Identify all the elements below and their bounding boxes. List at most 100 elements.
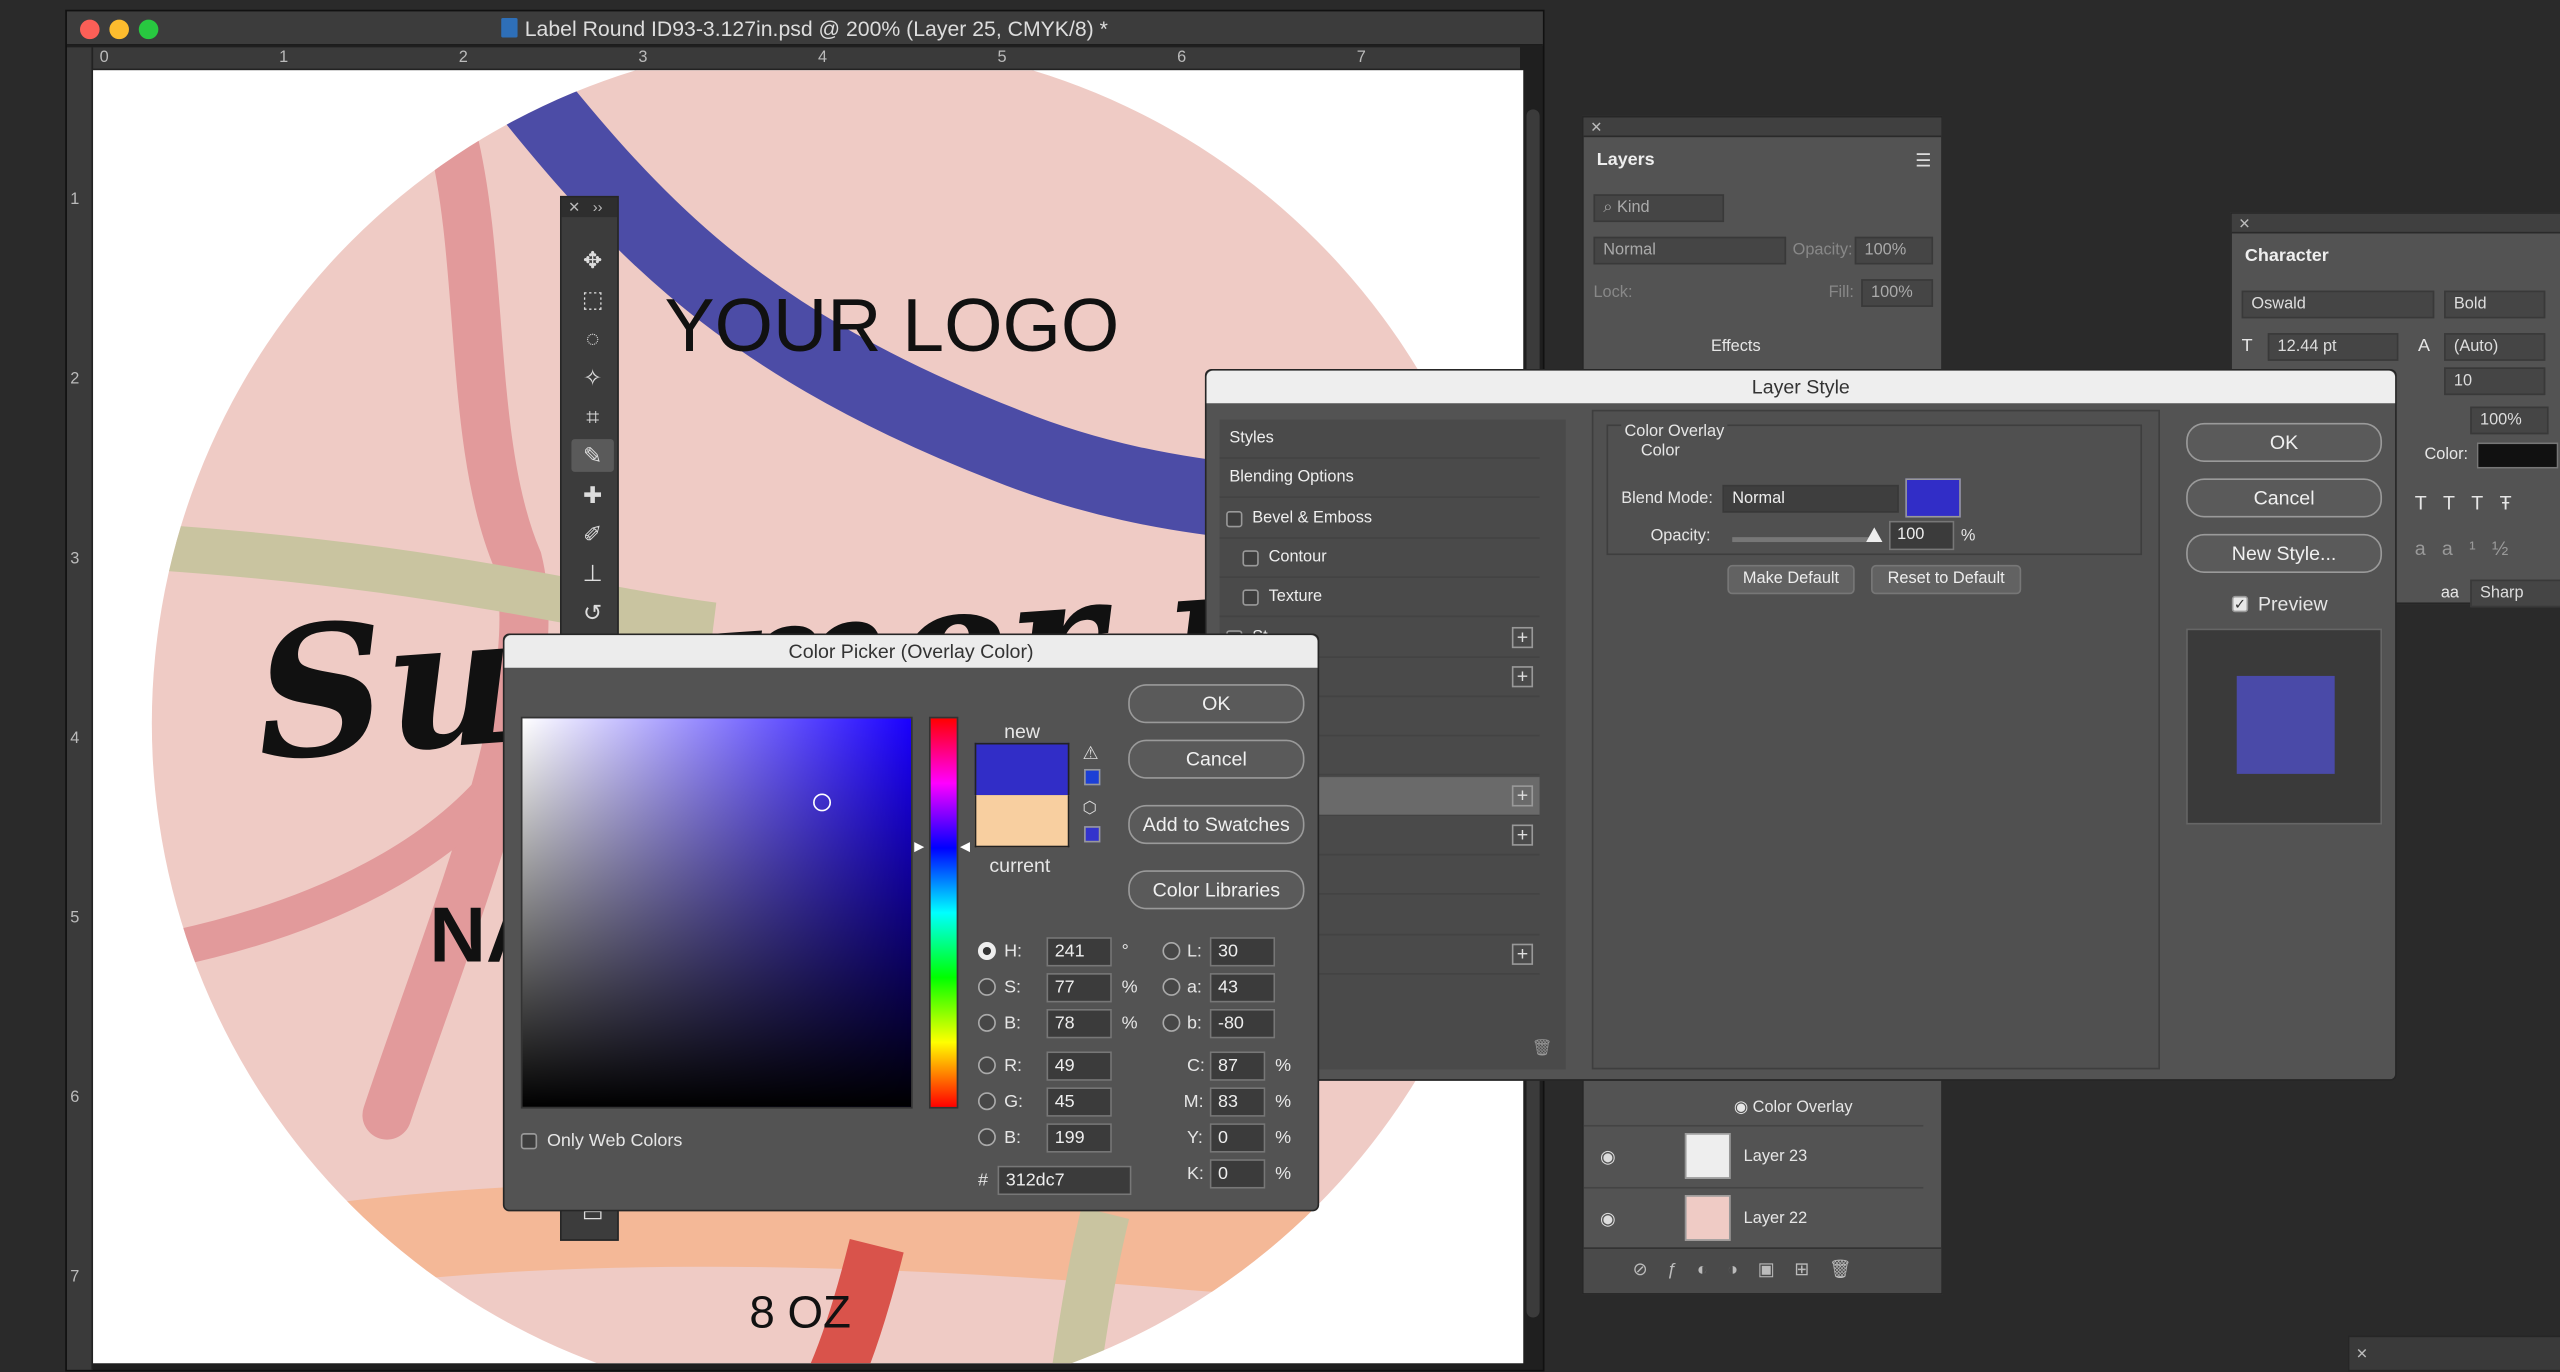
color-picker-cancel-button[interactable]: Cancel: [1128, 739, 1305, 779]
lab-l-field[interactable]: 30: [1209, 937, 1276, 967]
lab-a-field[interactable]: 43: [1209, 973, 1276, 1003]
visibility-eye-icon[interactable]: ◉: [1600, 1208, 1616, 1230]
panel-menu-icon[interactable]: ☰: [1915, 150, 1931, 172]
magic-wand-icon[interactable]: ✧: [571, 361, 613, 394]
brightness-field[interactable]: 78: [1046, 1008, 1112, 1039]
lab-b-radio[interactable]: [1162, 1013, 1181, 1032]
style-checkbox[interactable]: [1226, 510, 1243, 527]
blue-radio[interactable]: [977, 1128, 996, 1147]
kind-filter-select[interactable]: ⌕ Kind: [1593, 194, 1725, 223]
leading-field[interactable]: (Auto): [2444, 333, 2546, 361]
lasso-tool-icon[interactable]: ◌: [571, 322, 613, 355]
green-field[interactable]: 45: [1046, 1087, 1112, 1117]
out-of-gamut-warning-icon[interactable]: ⚠: [1082, 743, 1098, 764]
color-libraries-button[interactable]: Color Libraries: [1128, 870, 1305, 910]
new-style-button[interactable]: New Style...: [2186, 533, 2383, 574]
tracking-field[interactable]: 10: [2444, 367, 2546, 396]
style-list-item[interactable]: Styles: [1219, 420, 1540, 459]
saturation-field[interactable]: 77: [1046, 973, 1112, 1003]
character-panel-header[interactable]: ✕: [2231, 213, 2560, 234]
hue-field[interactable]: 241: [1046, 937, 1112, 967]
marquee-tool-icon[interactable]: ⬚: [571, 282, 613, 315]
brightness-radio[interactable]: [977, 1013, 996, 1032]
black-field[interactable]: 0: [1209, 1159, 1266, 1189]
overlay-color-swatch[interactable]: [1905, 478, 1961, 518]
minimize-window-icon[interactable]: [109, 19, 129, 40]
style-list-item[interactable]: Bevel & Emboss: [1219, 499, 1540, 539]
lab-l-radio[interactable]: [1162, 942, 1181, 960]
typestyle-buttons[interactable]: TTTŦ: [2415, 491, 2528, 514]
style-checkbox[interactable]: [1242, 550, 1259, 567]
lab-a-radio[interactable]: [1162, 977, 1181, 996]
eyedropper-tool-icon[interactable]: ✎: [571, 439, 614, 472]
make-default-button[interactable]: Make Default: [1727, 564, 1855, 595]
font-style-select[interactable]: Bold: [2444, 290, 2546, 319]
add-style-plus-icon[interactable]: +: [1511, 943, 1534, 965]
hue-slider[interactable]: [928, 716, 959, 1109]
color-field[interactable]: [520, 716, 913, 1109]
color-picker-title[interactable]: Color Picker (Overlay Color): [504, 635, 1318, 668]
vertical-scale-field[interactable]: 100%: [2470, 406, 2549, 435]
hue-slider-right-arrow[interactable]: ◀: [960, 839, 970, 854]
collapsed-panel[interactable]: ✕: [2347, 1335, 2560, 1372]
horizontal-ruler[interactable]: 0 1 2 3 4 5 6 7: [93, 47, 1520, 71]
cyan-field[interactable]: 87: [1209, 1051, 1266, 1081]
add-style-plus-icon[interactable]: +: [1511, 824, 1534, 846]
brush-tool-icon[interactable]: ✐: [571, 518, 613, 551]
visibility-eye-icon[interactable]: ◉: [1600, 1146, 1616, 1168]
overlay-opacity-field[interactable]: 100: [1888, 520, 1955, 551]
lab-b-field[interactable]: -80: [1209, 1008, 1276, 1039]
current-color-swatch[interactable]: [974, 795, 1070, 848]
add-to-swatches-button[interactable]: Add to Swatches: [1128, 804, 1305, 845]
opacity-slider-handle[interactable]: [1866, 527, 1883, 543]
magenta-field[interactable]: 83: [1209, 1087, 1266, 1117]
layer-style-title[interactable]: Layer Style: [1206, 370, 2396, 404]
antialias-select[interactable]: Sharp: [2470, 579, 2560, 608]
blue-field[interactable]: 199: [1046, 1123, 1112, 1153]
reset-to-default-button[interactable]: Reset to Default: [1871, 564, 2022, 595]
add-style-plus-icon[interactable]: +: [1511, 626, 1534, 648]
layer-style-ok-button[interactable]: OK: [2186, 422, 2383, 463]
document-titlebar[interactable]: Label Round ID93-3.127in.psd @ 200% (Lay…: [66, 11, 1543, 46]
opacity-slider-track[interactable]: [1732, 537, 1880, 543]
font-size-field[interactable]: 12.44 pt: [2267, 333, 2399, 361]
saturation-radio[interactable]: [977, 977, 996, 996]
trash-icon[interactable]: 🗑: [1532, 1040, 1553, 1058]
style-list-item[interactable]: Texture: [1219, 578, 1540, 618]
vertical-ruler[interactable]: 1 2 3 4 5 6 7: [66, 47, 94, 1370]
hue-slider-left-arrow[interactable]: ▶: [914, 839, 924, 854]
color-picker-ok-button[interactable]: OK: [1128, 684, 1305, 724]
fill-field[interactable]: 100%: [1861, 279, 1934, 307]
hex-field[interactable]: 312dc7: [997, 1165, 1132, 1196]
layer-blend-mode-select[interactable]: Normal: [1593, 236, 1787, 265]
eye-icon[interactable]: ◉: [1734, 1099, 1748, 1117]
style-list-item[interactable]: Contour: [1219, 539, 1540, 578]
history-brush-icon[interactable]: ↺: [571, 596, 613, 629]
effect-color-overlay[interactable]: ◉ Color Overlay: [1734, 1099, 1853, 1117]
layer-row[interactable]: ◉ Layer 22: [1583, 1186, 1924, 1249]
character-tab[interactable]: Character: [2245, 247, 2329, 267]
layer-style-cancel-button[interactable]: Cancel: [2186, 478, 2383, 518]
opentype-buttons[interactable]: aa¹½: [2415, 537, 2525, 560]
crop-tool-icon[interactable]: ⌗: [571, 400, 613, 433]
close-window-icon[interactable]: [80, 19, 100, 40]
gamut-color-swatch[interactable]: [1084, 768, 1101, 786]
green-radio[interactable]: [977, 1092, 996, 1111]
web-safe-swatch[interactable]: [1084, 826, 1101, 843]
layers-tab[interactable]: Layers: [1597, 150, 1655, 170]
style-list-item[interactable]: Blending Options: [1219, 459, 1540, 499]
only-web-colors-checkbox[interactable]: [520, 1133, 538, 1150]
yellow-field[interactable]: 0: [1209, 1123, 1266, 1153]
text-color-swatch[interactable]: [2476, 442, 2559, 469]
layer-opacity-field[interactable]: 100%: [1854, 236, 1934, 265]
color-field-cursor[interactable]: [813, 793, 832, 812]
tools-panel-header[interactable]: ✕ ››: [561, 197, 618, 218]
clone-stamp-icon[interactable]: ⊥: [571, 557, 613, 590]
add-style-plus-icon[interactable]: +: [1511, 665, 1534, 688]
layers-footer-icons[interactable]: ⊘ƒ◐◑▣⊞🗑: [1583, 1247, 1942, 1294]
style-checkbox[interactable]: [1242, 589, 1259, 607]
hue-radio[interactable]: [977, 942, 996, 960]
font-family-select[interactable]: Oswald: [2241, 290, 2435, 319]
add-style-plus-icon[interactable]: +: [1511, 785, 1534, 807]
layers-panel-header[interactable]: ✕: [1583, 117, 1942, 138]
